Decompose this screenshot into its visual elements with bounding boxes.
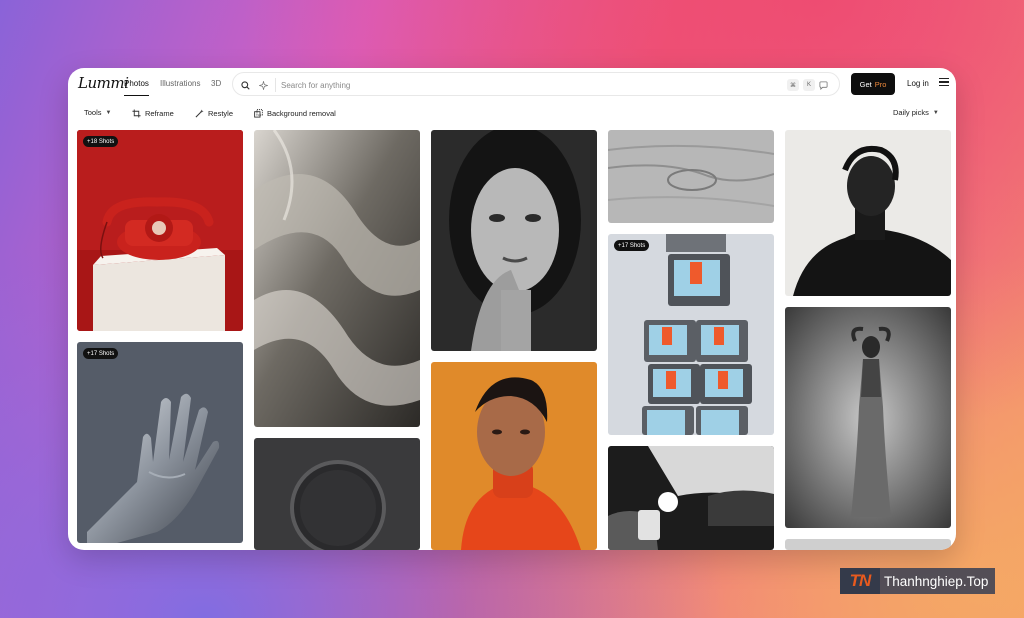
hamburger-menu-icon[interactable]: [939, 78, 949, 86]
restyle-label: Restyle: [208, 108, 234, 118]
chat-icon[interactable]: [817, 79, 829, 91]
search-input[interactable]: [281, 77, 701, 93]
photo-card-car-street[interactable]: [608, 446, 774, 550]
pro-label: Pro: [874, 79, 887, 89]
search-divider: [275, 78, 276, 92]
search-icon[interactable]: [238, 78, 252, 92]
shortcut-cmd-key: ⌘: [787, 79, 799, 91]
daily-picks-dropdown[interactable]: Daily picks ▼: [893, 108, 939, 117]
tab-3d[interactable]: 3D: [211, 79, 221, 88]
photo-card-man-red-turtleneck[interactable]: [431, 362, 597, 550]
photo-card-silver-hand[interactable]: +17 Shots: [77, 342, 243, 543]
man-silhouette-image: [785, 130, 951, 296]
reframe-label: Reframe: [145, 108, 174, 118]
daily-picks-label: Daily picks: [893, 108, 929, 117]
get-label: Get: [859, 79, 872, 89]
reframe-button[interactable]: Reframe: [131, 108, 174, 118]
tools-label: Tools: [84, 108, 102, 117]
photo-card-silver-fabric[interactable]: [254, 130, 420, 427]
search-bar[interactable]: ⌘ K: [232, 72, 840, 96]
restyle-button[interactable]: Restyle: [194, 108, 233, 118]
photo-card-woman-portrait[interactable]: [431, 130, 597, 351]
watermark-text: Thanhnghiep.Top: [880, 568, 996, 594]
woman-dancer-image: [785, 307, 951, 528]
tab-photos[interactable]: Photos: [124, 79, 149, 96]
red-telephone-image: [77, 130, 243, 331]
lummi-logo[interactable]: Lummi: [78, 74, 129, 92]
magic-wand-icon: [194, 108, 204, 118]
ai-sparkle-icon[interactable]: [256, 78, 270, 92]
photo-card-round-button[interactable]: [254, 438, 420, 550]
wood-grain-image: [608, 130, 774, 223]
watermark: TN Thanhnghiep.Top: [840, 565, 1022, 597]
shots-badge: +18 Shots: [83, 136, 119, 147]
photo-card-partial[interactable]: [785, 539, 951, 550]
get-pro-button[interactable]: Get Pro: [851, 73, 895, 95]
woman-portrait-image: [431, 130, 597, 351]
shots-badge: +17 Shots: [614, 240, 650, 251]
watermark-logo: TN: [840, 568, 880, 594]
stacked-tvs-image: [608, 234, 774, 435]
background-removal-label: Background removal: [267, 108, 336, 118]
photo-card-man-silhouette[interactable]: [785, 130, 951, 296]
app-window: Lummi Photos Illustrations 3D ⌘ K Get Pr…: [68, 68, 956, 550]
login-link[interactable]: Log in: [907, 79, 929, 88]
shots-badge: +17 Shots: [83, 348, 119, 359]
photo-card-wood-grain[interactable]: [608, 130, 774, 223]
round-button-image: [254, 438, 420, 550]
layers-icon: [253, 108, 263, 118]
photo-card-red-telephone[interactable]: +18 Shots: [77, 130, 243, 331]
chevron-down-icon: ▼: [932, 109, 939, 116]
shortcut-k-key: K: [803, 79, 815, 91]
silver-hand-image: [77, 342, 243, 543]
tab-illustrations[interactable]: Illustrations: [160, 79, 200, 88]
silver-fabric-image: [254, 130, 420, 427]
photo-card-stacked-tvs[interactable]: +17 Shots: [608, 234, 774, 435]
chevron-down-icon: ▼: [105, 109, 112, 116]
photo-card-woman-dancer[interactable]: [785, 307, 951, 528]
man-red-turtleneck-image: [431, 362, 597, 550]
crop-icon: [131, 108, 141, 118]
car-street-image: [608, 446, 774, 550]
tools-dropdown[interactable]: Tools ▼: [84, 108, 111, 117]
background-removal-button[interactable]: Background removal: [253, 108, 336, 118]
